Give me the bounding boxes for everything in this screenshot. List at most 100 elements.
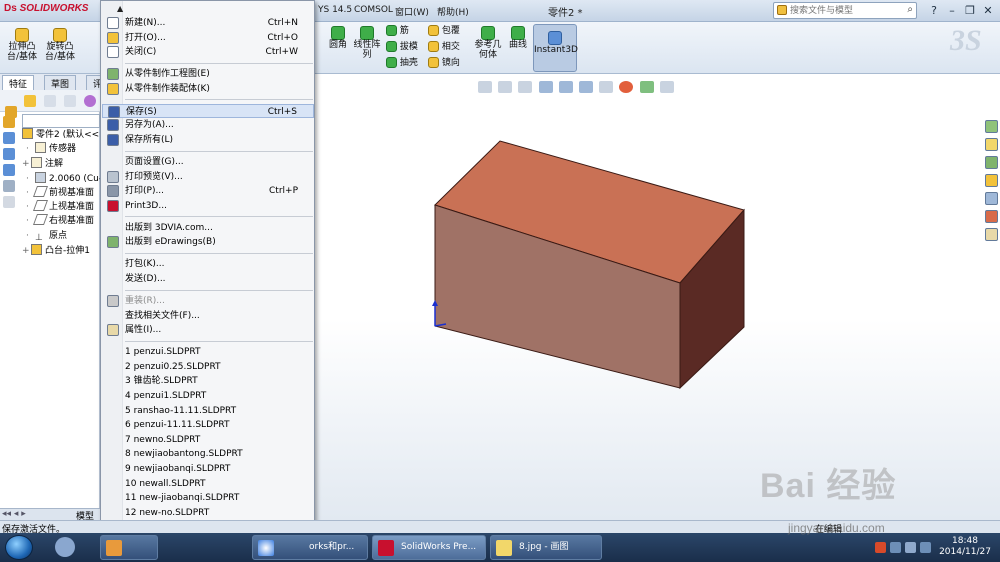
file-menu-item[interactable]: 页面设置(G)...: [102, 155, 314, 169]
tree-item-material[interactable]: · 2.0060 (Cu-: [26, 172, 102, 186]
minimize-icon[interactable]: –: [944, 2, 960, 19]
menu-help[interactable]: 帮助(H): [437, 5, 469, 18]
display-tool-icon[interactable]: [3, 148, 15, 160]
curves-button[interactable]: 曲线: [506, 26, 530, 50]
file-menu-item[interactable]: 查找相关文件(F)...: [102, 309, 314, 323]
file-menu-item[interactable]: 关闭(C) Ctrl+W: [102, 45, 314, 59]
dimxpert-icon[interactable]: [84, 95, 96, 107]
menu-scroll-up-icon[interactable]: ▲: [117, 4, 123, 13]
file-menu-item[interactable]: 12 new-no.SLDPRT: [102, 506, 314, 520]
file-menu-item[interactable]: 10 newall.SLDPRT: [102, 477, 314, 491]
solidworks-logo[interactable]: Ds SOLIDWORKS: [4, 3, 88, 14]
resources-icon[interactable]: [985, 120, 998, 133]
file-explorer-icon[interactable]: [985, 156, 998, 169]
taskbar-item-app[interactable]: [100, 535, 158, 560]
tray-flag-icon[interactable]: [920, 542, 931, 553]
feature-tree-filter[interactable]: [22, 114, 100, 128]
previous-view-icon[interactable]: [518, 81, 533, 93]
intersect-button[interactable]: 相交: [428, 41, 468, 52]
linear-pattern-button[interactable]: 线性阵 列: [352, 26, 382, 60]
file-menu-item[interactable]: 9 newjiaobanqi.SLDPRT: [102, 462, 314, 476]
close-icon[interactable]: ✕: [980, 2, 996, 19]
revolve-boss-button[interactable]: 旋转凸 台/基体: [42, 28, 78, 62]
tab-features[interactable]: 特征: [2, 75, 35, 90]
taskbar-item-paint[interactable]: 8.jpg - 画图: [490, 535, 602, 560]
menu-window[interactable]: 窗口(W): [395, 5, 429, 18]
view-orientation-icon[interactable]: [558, 81, 573, 93]
scene-icon[interactable]: [639, 81, 654, 93]
section-view-icon[interactable]: [538, 81, 553, 93]
file-menu-item[interactable]: 发送(D)...: [102, 272, 314, 286]
system-clock[interactable]: 18:48 2014/11/27: [935, 536, 995, 558]
file-menu-item[interactable]: 重装(R)...: [102, 294, 314, 308]
property-manager-icon[interactable]: [44, 95, 56, 107]
appearance-icon[interactable]: [619, 81, 634, 93]
search-scope-icon[interactable]: [777, 5, 787, 15]
tree-item-annotations[interactable]: + 注解: [22, 157, 63, 171]
file-menu-item[interactable]: 保存(S) Ctrl+S: [102, 103, 314, 118]
search-input[interactable]: [790, 4, 902, 17]
file-menu-item[interactable]: 2 penzui0.25.SLDPRT: [102, 360, 314, 374]
file-menu-item[interactable]: 打开(O)... Ctrl+O: [102, 31, 314, 45]
draft-button[interactable]: 拔模: [386, 41, 422, 52]
folder-icon[interactable]: [985, 174, 998, 187]
file-menu-item[interactable]: 保存所有(L): [102, 133, 314, 147]
tray-input-icon[interactable]: [875, 542, 886, 553]
file-menu-item[interactable]: 5 ranshao-11.11.SLDPRT: [102, 404, 314, 418]
configuration-manager-icon[interactable]: [64, 95, 76, 107]
wrap-button[interactable]: 包覆: [428, 25, 468, 36]
display-style-icon[interactable]: [578, 81, 593, 93]
start-button[interactable]: [5, 535, 33, 560]
appearances-icon[interactable]: [985, 210, 998, 223]
file-menu-item[interactable]: 打包(K)...: [102, 257, 314, 271]
file-menu-item[interactable]: 另存为(A)...: [102, 118, 314, 132]
file-menu-item[interactable]: 7 newno.SLDPRT: [102, 433, 314, 447]
sketch-tool-icon[interactable]: [3, 164, 15, 176]
file-menu-item[interactable]: 新建(N)... Ctrl+N: [102, 16, 314, 30]
view-tool-icon[interactable]: [3, 132, 15, 144]
zoom-to-fit-icon[interactable]: [478, 81, 492, 93]
tree-item-right-plane[interactable]: · 右视基准面: [26, 214, 94, 228]
tray-network-icon[interactable]: [890, 542, 901, 553]
custom-properties-icon[interactable]: [985, 228, 998, 241]
menu-addin[interactable]: YS 14.5: [318, 5, 352, 15]
measure-tool-icon[interactable]: [3, 180, 15, 192]
menu-comsol[interactable]: COMSOL: [354, 5, 393, 15]
file-menu-item[interactable]: 1 penzui.SLDPRT: [102, 345, 314, 359]
options-tool-icon[interactable]: [3, 196, 15, 208]
file-menu-item[interactable]: 出版到 eDrawings(B): [102, 235, 314, 249]
extrude-boss-button[interactable]: 拉伸凸 台/基体: [4, 28, 40, 62]
file-menu-item[interactable]: Print3D...: [102, 199, 314, 213]
help-icon[interactable]: ?: [926, 2, 942, 19]
file-menu-item[interactable]: 11 new-jiaobanqi.SLDPRT: [102, 491, 314, 505]
tab-scroll-arrows[interactable]: ◂◂ ◂ ▸: [2, 509, 26, 519]
file-menu-item[interactable]: 3 锥齿轮.SLDPRT: [102, 374, 314, 388]
file-menu-item[interactable]: 打印(P)... Ctrl+P: [102, 184, 314, 198]
shell-button[interactable]: 抽壳: [386, 57, 422, 68]
file-menu-item[interactable]: 从零件制作工程图(E): [102, 67, 314, 81]
hide-show-items-icon[interactable]: [599, 81, 614, 93]
view-settings-icon[interactable]: [659, 81, 674, 93]
quick-tool-icon[interactable]: [3, 116, 15, 128]
tree-item-part[interactable]: 零件2 (默认<<: [22, 128, 99, 142]
view-palette-icon[interactable]: [985, 192, 998, 205]
file-menu-item[interactable]: 出版到 3DVIA.com...: [102, 221, 314, 235]
search-icon[interactable]: ⌕: [907, 4, 913, 15]
file-menu-item[interactable]: 8 newjiaobantong.SLDPRT: [102, 447, 314, 461]
mirror-button[interactable]: 镜向: [428, 57, 468, 68]
tree-item-front-plane[interactable]: · 前视基准面: [26, 186, 94, 200]
file-menu-item[interactable]: 4 penzui1.SLDPRT: [102, 389, 314, 403]
zoom-area-icon[interactable]: [498, 81, 513, 93]
taskbar-item-solidworks[interactable]: SolidWorks Pre...: [372, 535, 486, 560]
design-library-icon[interactable]: [985, 138, 998, 151]
feature-tree-icon[interactable]: [24, 95, 36, 107]
search-box[interactable]: ⌕: [773, 2, 917, 19]
tree-item-top-plane[interactable]: · 上视基准面: [26, 200, 94, 214]
tree-item-boss-extrude[interactable]: + 凸台-拉伸1: [22, 244, 90, 258]
tree-item-origin[interactable]: · ⊥ 原点: [26, 229, 67, 243]
file-menu-item[interactable]: 6 penzui-11.11.SLDPRT: [102, 418, 314, 432]
fillet-button[interactable]: 圆角: [326, 26, 350, 50]
tab-sketch[interactable]: 草图: [44, 75, 77, 90]
reference-geometry-button[interactable]: 参考几 何体: [472, 26, 504, 60]
file-menu-item[interactable]: 从零件制作装配体(K): [102, 82, 314, 96]
